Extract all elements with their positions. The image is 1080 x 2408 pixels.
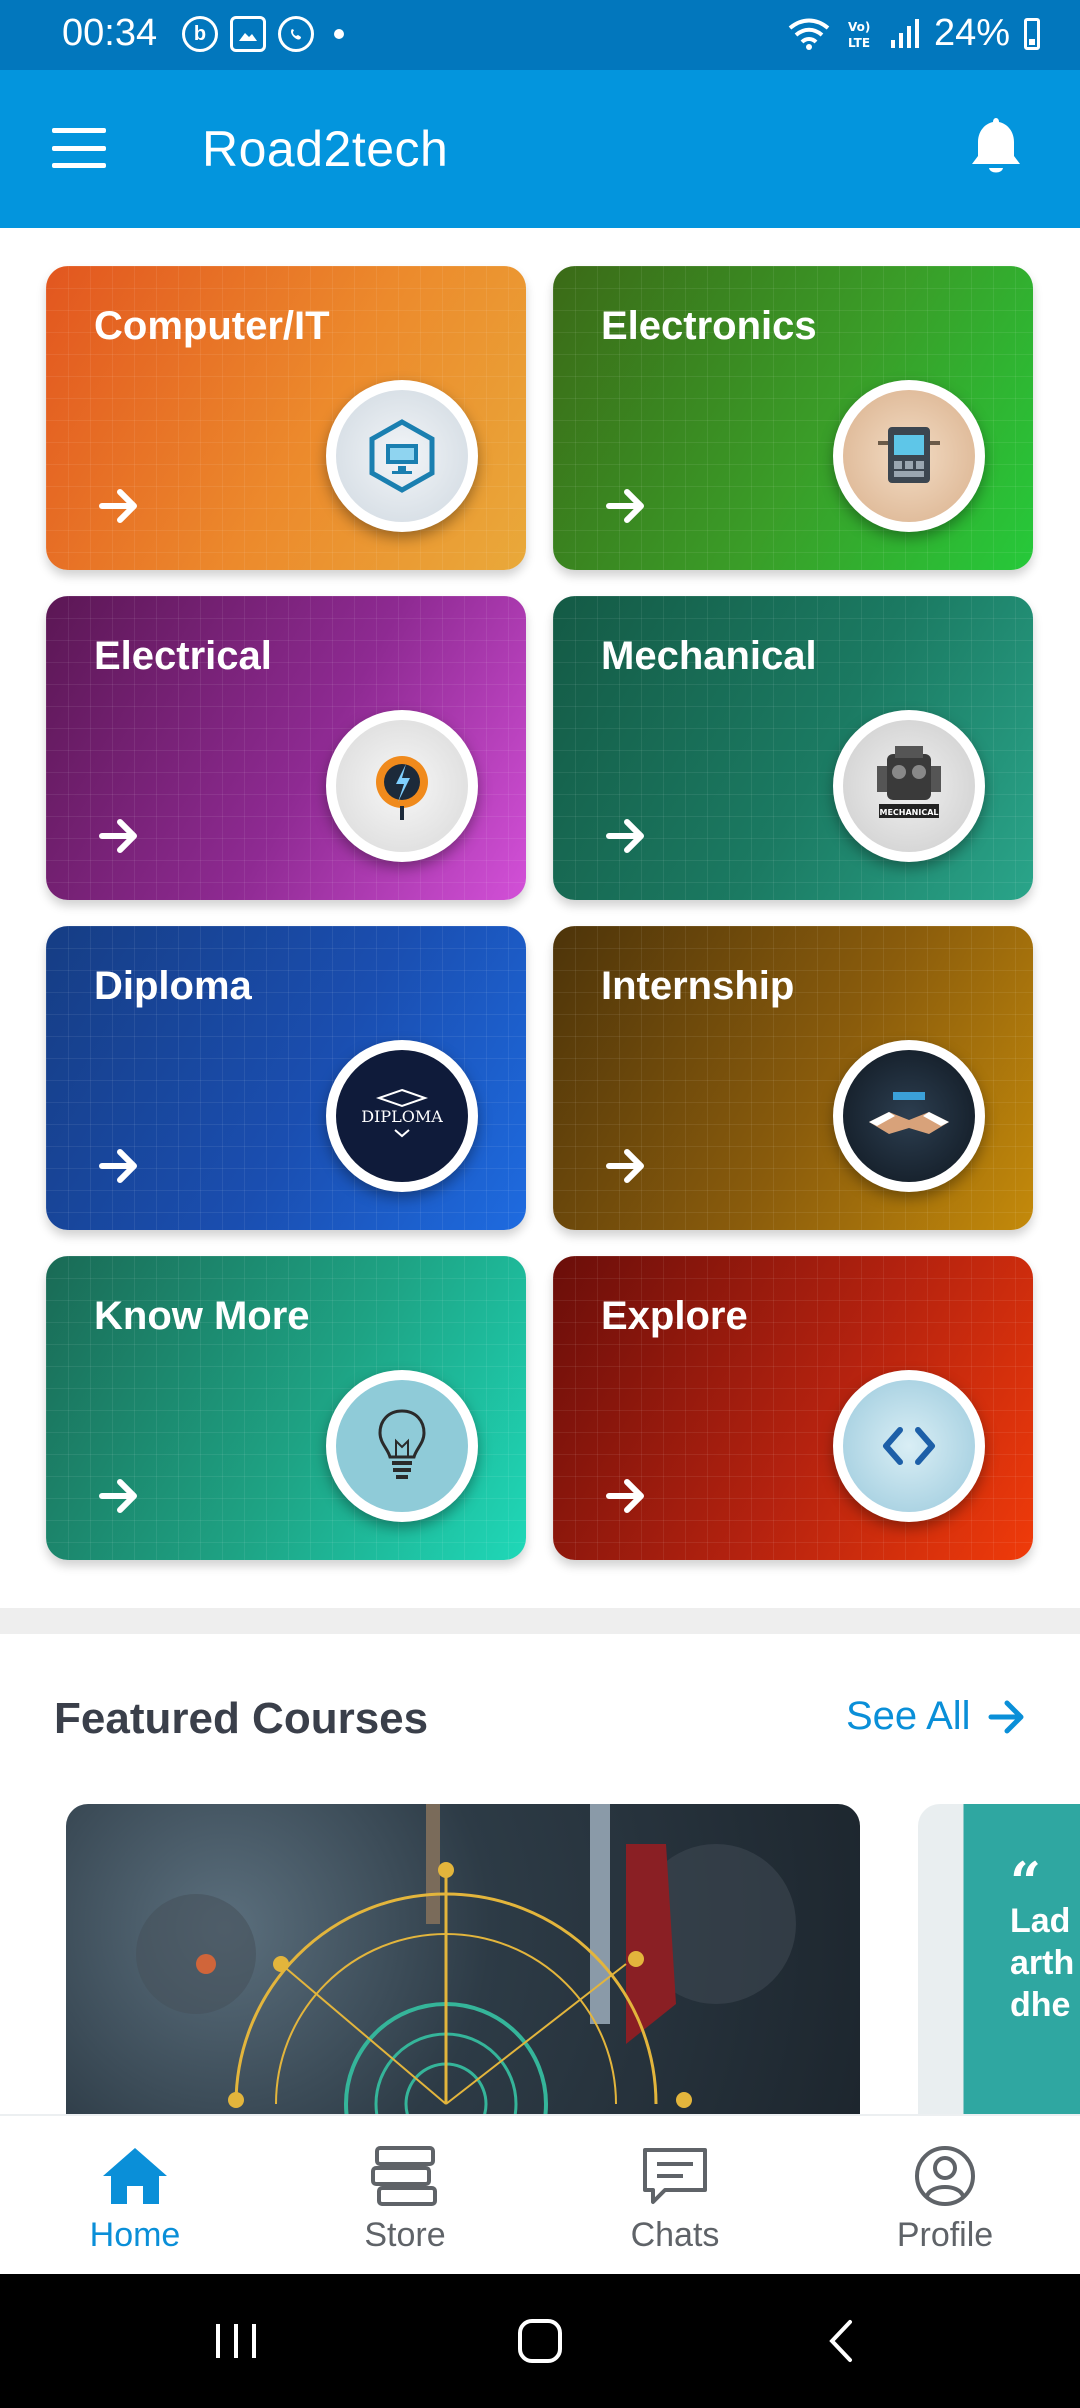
- category-card-internship[interactable]: Internship: [553, 926, 1033, 1230]
- volte-icon: Vo) LTE: [848, 20, 870, 50]
- whatsapp-icon: [278, 16, 314, 52]
- code-brackets-icon: [843, 1380, 975, 1512]
- status-notification-icons: b: [182, 16, 344, 52]
- category-card-diploma[interactable]: Diploma DIPLOMA: [46, 926, 526, 1230]
- arrow-right-icon: [99, 489, 137, 523]
- section-divider: [0, 1608, 1080, 1634]
- nav-label: Store: [364, 2216, 446, 2254]
- see-all-button[interactable]: See All: [846, 1694, 1029, 1739]
- category-title: Electrical: [94, 634, 272, 678]
- category-badge: [326, 1370, 478, 1522]
- svg-text:Vo): Vo): [848, 20, 870, 34]
- category-card-mechanical[interactable]: Mechanical MECHANICAL: [553, 596, 1033, 900]
- mechanical-badge-text: MECHANICAL: [879, 808, 938, 817]
- notification-bell-icon[interactable]: [964, 114, 1028, 180]
- battery-icon: [1024, 17, 1040, 50]
- electronics-icon: [843, 390, 975, 522]
- nav-chats[interactable]: Chats: [540, 2116, 810, 2276]
- category-title: Computer/IT: [94, 304, 330, 348]
- category-title: Diploma: [94, 964, 252, 1008]
- category-title: Mechanical: [601, 634, 817, 678]
- nav-home[interactable]: Home: [0, 2116, 270, 2276]
- handshake-icon: [843, 1050, 975, 1182]
- lightbulb-icon: [336, 1380, 468, 1512]
- category-card-electrical[interactable]: Electrical: [46, 596, 526, 900]
- category-title: Internship: [601, 964, 795, 1008]
- category-title: Electronics: [601, 304, 817, 348]
- status-bar: 00:34 b Vo) LTE 24%: [0, 0, 1080, 70]
- arrow-right-icon: [606, 819, 644, 853]
- category-badge: [833, 380, 985, 532]
- home-icon: [103, 2148, 167, 2204]
- arrow-right-icon: [606, 1479, 644, 1513]
- category-badge: [326, 380, 478, 532]
- featured-course-card[interactable]: “ Lad arth dhe: [918, 1804, 1080, 2114]
- app-title: Road2tech: [202, 121, 449, 177]
- featured-course-card[interactable]: [66, 1804, 860, 2114]
- recents-icon[interactable]: [212, 2314, 260, 2368]
- category-badge: [833, 1370, 985, 1522]
- wifi-icon: [788, 18, 830, 50]
- nav-label: Home: [89, 2216, 181, 2254]
- arrow-right-icon: [99, 819, 137, 853]
- b-icon: b: [182, 16, 218, 52]
- category-badge: DIPLOMA: [326, 1040, 478, 1192]
- arrow-right-icon: [606, 1149, 644, 1183]
- nav-profile[interactable]: Profile: [810, 2116, 1080, 2276]
- bottom-navigation: Home Store Chats Profile: [0, 2114, 1080, 2274]
- arrow-right-icon: [606, 489, 644, 523]
- course-thumbnail: [136, 1804, 796, 2114]
- chat-icon: [643, 2148, 707, 2204]
- signal-icon: [890, 18, 919, 48]
- status-time: 00:34: [62, 12, 158, 54]
- arrow-right-icon: [99, 1149, 137, 1183]
- system-navigation-bar: [0, 2274, 1080, 2408]
- back-icon[interactable]: [822, 2314, 862, 2368]
- hamburger-menu-icon[interactable]: [52, 128, 106, 168]
- notification-dot-icon: [334, 29, 344, 39]
- category-card-computer-it[interactable]: Computer/IT: [46, 266, 526, 570]
- category-title: Explore: [601, 1294, 748, 1338]
- battery-percent: 24%: [933, 12, 1010, 54]
- electrical-icon: [336, 720, 468, 852]
- app-bar: Road2tech: [0, 70, 1080, 228]
- category-grid: Computer/IT Electronics Electrical Mecha…: [46, 266, 1034, 1560]
- gallery-icon: [230, 16, 266, 52]
- profile-icon: [915, 2146, 975, 2206]
- computer-icon: [336, 390, 468, 522]
- nav-label: Chats: [630, 2216, 720, 2254]
- mechanical-icon: MECHANICAL: [843, 720, 975, 852]
- category-badge: [326, 710, 478, 862]
- see-all-label: See All: [846, 1694, 971, 1738]
- category-card-know-more[interactable]: Know More: [46, 1256, 526, 1560]
- category-title: Know More: [94, 1294, 310, 1338]
- nav-store[interactable]: Store: [270, 2116, 540, 2276]
- category-badge: MECHANICAL: [833, 710, 985, 862]
- books-icon: [371, 2146, 437, 2206]
- course-card-text: Lad arth dhe: [1010, 1902, 1075, 2024]
- diploma-badge-text: DIPLOMA: [361, 1107, 443, 1126]
- featured-courses-title: Featured Courses: [54, 1694, 429, 1743]
- status-system-icons: Vo) LTE 24%: [786, 12, 1040, 55]
- category-badge: [833, 1040, 985, 1192]
- svg-text:LTE: LTE: [848, 36, 870, 50]
- category-card-electronics[interactable]: Electronics: [553, 266, 1033, 570]
- home-system-icon[interactable]: [512, 2314, 568, 2368]
- arrow-right-icon: [99, 1479, 137, 1513]
- arrow-right-icon: [988, 1700, 1024, 1733]
- category-card-explore[interactable]: Explore: [553, 1256, 1033, 1560]
- diploma-icon: DIPLOMA: [336, 1050, 468, 1182]
- nav-label: Profile: [896, 2216, 994, 2254]
